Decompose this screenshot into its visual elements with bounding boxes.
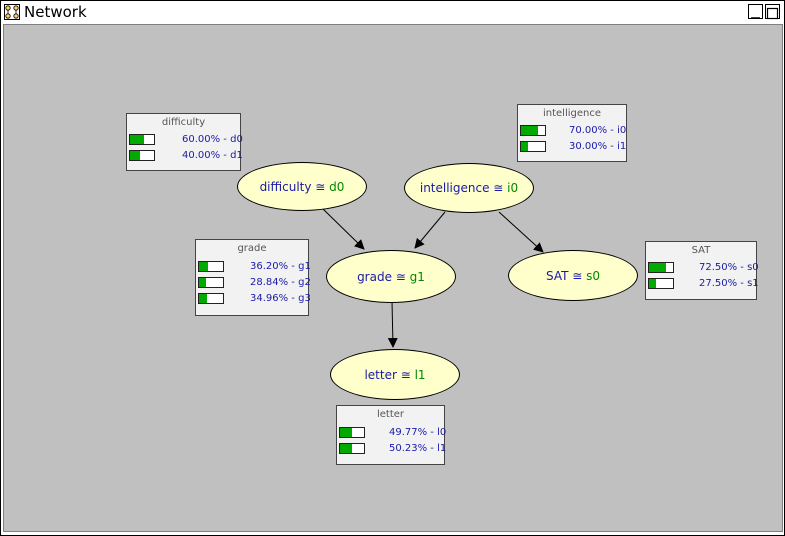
node-state: s0	[586, 268, 601, 283]
prob-bar	[648, 278, 674, 289]
prob-table-letter[interactable]: letter 49.77% - l0 50.23% - l1	[336, 405, 447, 465]
node-difficulty[interactable]: difficulty ≅ d0	[237, 162, 367, 211]
window-title: Network	[24, 3, 87, 21]
prob-bar	[198, 293, 224, 304]
prob-bar	[129, 150, 155, 161]
table-title: intelligence	[542, 108, 601, 119]
edge-grade-letter	[387, 300, 398, 348]
prob-table-difficulty[interactable]: difficulty 60.00% - d0 40.00% - d1	[126, 113, 243, 171]
node-separator: ≅	[489, 181, 508, 195]
prob-label: 50.23% - l1	[389, 443, 447, 454]
prob-bar	[198, 277, 224, 288]
prob-table-intelligence[interactable]: intelligence 70.00% - i0 30.00% - i1	[517, 104, 627, 162]
node-sat[interactable]: SAT ≅ s0	[508, 250, 638, 301]
node-intelligence[interactable]: intelligence ≅ i0	[404, 163, 534, 213]
prob-label: 34.96% - g3	[250, 293, 311, 304]
edge-intelligence-sat	[498, 211, 544, 253]
prob-bar	[198, 261, 224, 272]
prob-row: 40.00% - d1	[127, 149, 243, 163]
edge-difficulty-grade	[321, 207, 365, 250]
prob-label: 30.00% - i1	[569, 141, 627, 152]
network-canvas[interactable]: difficulty ≅ d0 intelligence ≅ i0 grade …	[3, 24, 783, 532]
node-state: g1	[409, 269, 425, 284]
prob-label: 36.20% - g1	[250, 261, 311, 272]
prob-row: 34.96% - g3	[196, 292, 311, 306]
prob-bar-fill	[199, 294, 208, 303]
prob-bar	[339, 427, 365, 438]
node-name: letter	[364, 367, 397, 382]
node-name: grade	[357, 269, 392, 284]
table-title: difficulty	[161, 117, 206, 128]
table-title: letter	[376, 409, 405, 420]
node-grade[interactable]: grade ≅ g1	[326, 250, 456, 303]
prob-bar-fill	[199, 278, 206, 287]
prob-label: 72.50% - s0	[699, 262, 759, 273]
prob-bar	[520, 141, 546, 152]
prob-row: 30.00% - i1	[518, 140, 626, 154]
prob-row: 49.77% - l0	[337, 426, 447, 440]
node-state: d0	[329, 179, 345, 194]
prob-bar-fill	[340, 428, 352, 437]
network-window: Network difficulty ≅ d0 intelligence ≅ i…	[0, 0, 785, 536]
prob-row: 70.00% - i0	[518, 124, 626, 138]
prob-label: 28.84% - g2	[250, 277, 311, 288]
edge-intelligence-grade	[414, 211, 446, 249]
prob-bar	[129, 134, 155, 145]
prob-row: 60.00% - d0	[127, 133, 243, 147]
node-separator: ≅	[311, 179, 330, 194]
prob-bar	[648, 262, 674, 273]
maximize-button[interactable]	[765, 4, 780, 20]
prob-label: 60.00% - d0	[182, 134, 243, 145]
node-separator: ≅	[568, 268, 587, 283]
prob-bar-fill	[130, 151, 140, 160]
minimize-icon	[751, 17, 760, 19]
node-name: difficulty	[259, 179, 312, 194]
prob-row: 72.50% - s0	[646, 261, 759, 275]
prob-row: 28.84% - g2	[196, 276, 311, 290]
title-bar[interactable]: Network	[1, 1, 784, 23]
prob-bar-fill	[199, 262, 208, 271]
prob-bar-fill	[649, 263, 667, 272]
maximize-icon	[766, 7, 779, 20]
table-title: SAT	[691, 245, 711, 256]
prob-bar-fill	[340, 444, 353, 453]
prob-bar-fill	[521, 126, 538, 135]
prob-table-sat[interactable]: SAT 72.50% - s0 27.50% - s1	[645, 241, 759, 300]
prob-row: 36.20% - g1	[196, 260, 311, 274]
prob-bar-fill	[649, 279, 656, 288]
prob-label: 40.00% - d1	[182, 150, 243, 161]
node-separator: ≅	[396, 367, 415, 382]
network-app-icon	[4, 4, 20, 20]
prob-table-grade[interactable]: grade 36.20% - g1 28.84% - g2 34.96% - g…	[195, 239, 311, 316]
node-name: SAT	[545, 268, 569, 283]
node-state: i0	[507, 181, 519, 195]
minimize-button[interactable]	[748, 4, 763, 19]
prob-bar-fill	[130, 135, 145, 144]
prob-bar	[339, 443, 365, 454]
node-letter[interactable]: letter ≅ l1	[330, 349, 460, 400]
table-title: grade	[237, 243, 267, 254]
node-separator: ≅	[391, 269, 410, 284]
prob-label: 49.77% - l0	[389, 427, 447, 438]
prob-row: 50.23% - l1	[337, 442, 447, 456]
prob-label: 70.00% - i0	[569, 125, 627, 136]
node-name: intelligence	[419, 181, 490, 195]
node-state: l1	[414, 367, 426, 382]
prob-row: 27.50% - s1	[646, 277, 759, 291]
prob-bar	[520, 125, 546, 136]
prob-label: 27.50% - s1	[699, 278, 759, 289]
prob-bar-fill	[521, 142, 529, 151]
